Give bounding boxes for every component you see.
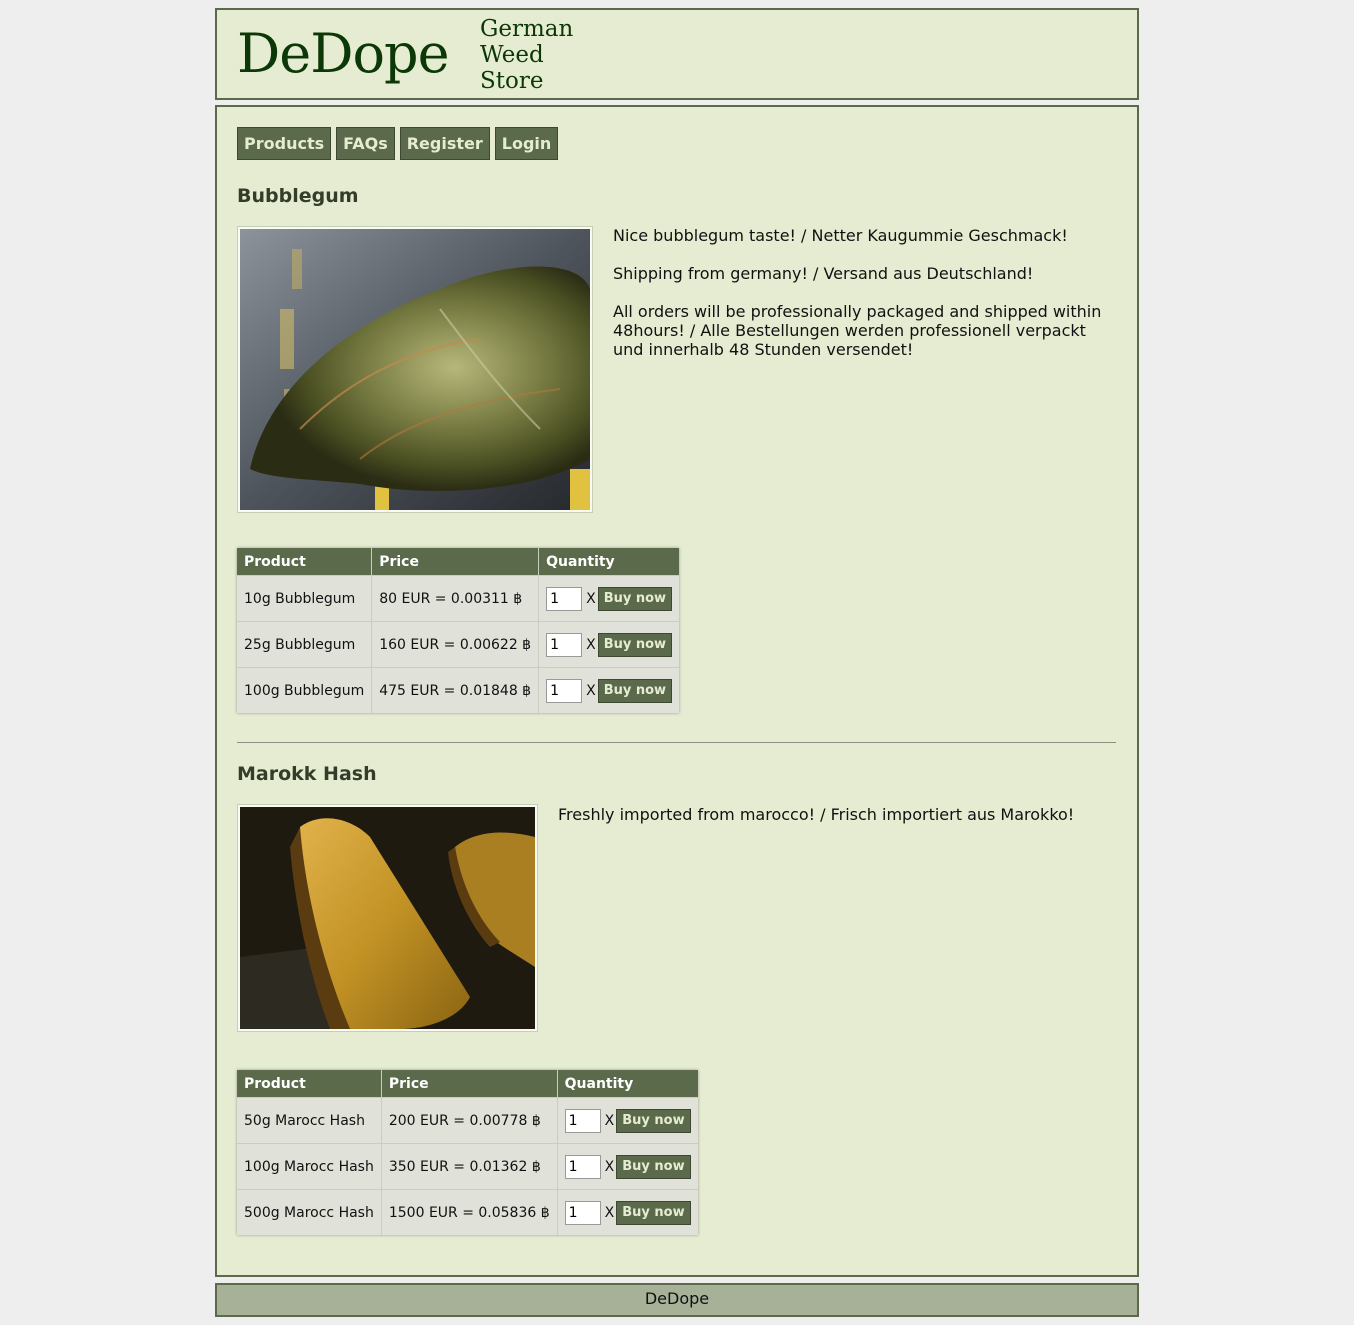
product-name: 50g Marocc Hash — [237, 1097, 382, 1144]
column-header: Quantity — [538, 548, 680, 576]
quantity-cell: XBuy now — [557, 1189, 698, 1235]
quantity-input[interactable] — [564, 1108, 601, 1133]
product-name: 100g Bubblegum — [237, 667, 373, 713]
product-description: Freshly imported from marocco! / Frisch … — [558, 805, 1118, 843]
site-tagline: German Weed Store — [480, 16, 573, 94]
multiply-sign: X — [586, 590, 596, 607]
product-price: 1500 EUR = 0.05836 ฿ — [381, 1189, 558, 1235]
nav-products[interactable]: Products — [237, 127, 332, 160]
multiply-sign: X — [604, 1112, 615, 1129]
nav-login[interactable]: Login — [494, 127, 559, 160]
product-name: 25g Bubblegum — [237, 621, 373, 668]
description-paragraph: Nice bubblegum taste! / Netter Kaugummie… — [613, 226, 1068, 245]
product-title: Bubblegum — [237, 185, 359, 207]
column-header: Price — [371, 548, 540, 576]
main-nav: Products FAQs Register Login — [237, 127, 559, 160]
product-price: 80 EUR = 0.00311 ฿ — [371, 575, 540, 622]
quantity-cell: XBuy now — [557, 1097, 698, 1144]
column-header: Product — [237, 1070, 382, 1098]
quantity-input[interactable] — [546, 586, 583, 611]
site-header: DeDope German Weed Store — [215, 8, 1139, 100]
multiply-sign: X — [604, 1158, 615, 1175]
multiply-sign: X — [586, 682, 596, 699]
buy-now-button[interactable]: Buy now — [616, 1154, 691, 1179]
site-footer: DeDope — [215, 1283, 1139, 1317]
tagline-line: German — [480, 16, 574, 42]
table-row: 50g Marocc Hash 200 EUR = 0.00778 ฿ XBuy… — [237, 1097, 698, 1144]
quantity-cell: XBuy now — [538, 575, 680, 622]
buy-now-button[interactable]: Buy now — [616, 1108, 691, 1133]
quantity-cell: XBuy now — [538, 621, 680, 668]
table-row: 100g Marocc Hash 350 EUR = 0.01362 ฿ XBu… — [237, 1143, 698, 1190]
column-header: Quantity — [557, 1070, 698, 1098]
price-table: Product Price Quantity 10g Bubblegum 80 … — [237, 548, 680, 713]
hash-block-photo — [240, 807, 535, 1029]
main-content: Products FAQs Register Login Bubblegum N… — [215, 105, 1139, 1277]
nav-faqs[interactable]: FAQs — [336, 127, 395, 160]
product-name: 500g Marocc Hash — [237, 1189, 382, 1235]
column-header: Price — [381, 1070, 558, 1098]
quantity-cell: XBuy now — [538, 667, 680, 713]
product-price: 200 EUR = 0.00778 ฿ — [381, 1097, 558, 1144]
product-price: 160 EUR = 0.00622 ฿ — [371, 621, 540, 668]
table-row: 100g Bubblegum 475 EUR = 0.01848 ฿ XBuy … — [237, 667, 680, 713]
multiply-sign: X — [604, 1204, 615, 1221]
buy-now-button[interactable]: Buy now — [616, 1200, 691, 1225]
product-name: 10g Bubblegum — [237, 575, 373, 622]
quantity-input[interactable] — [546, 632, 583, 657]
product-image — [237, 804, 538, 1032]
description-paragraph: Shipping from germany! / Versand aus Deu… — [613, 264, 1034, 283]
table-row: 25g Bubblegum 160 EUR = 0.00622 ฿ XBuy n… — [237, 621, 680, 668]
description-paragraph: Freshly imported from marocco! / Frisch … — [558, 805, 1075, 824]
product-price: 350 EUR = 0.01362 ฿ — [381, 1143, 558, 1190]
buy-now-button[interactable]: Buy now — [597, 632, 673, 657]
column-header: Product — [237, 548, 373, 576]
buy-now-button[interactable]: Buy now — [597, 586, 673, 611]
price-table: Product Price Quantity 50g Marocc Hash 2… — [237, 1070, 698, 1235]
table-row: 500g Marocc Hash 1500 EUR = 0.05836 ฿ XB… — [237, 1189, 698, 1235]
tagline-line: Weed — [480, 42, 544, 68]
tagline-line: Store — [480, 68, 544, 94]
buy-now-button[interactable]: Buy now — [597, 678, 673, 703]
product-name: 100g Marocc Hash — [237, 1143, 382, 1190]
quantity-input[interactable] — [564, 1154, 601, 1179]
product-image — [237, 226, 593, 513]
description-paragraph: All orders will be professionally packag… — [613, 302, 1102, 359]
nav-register[interactable]: Register — [399, 127, 490, 160]
product-title: Marokk Hash — [237, 763, 377, 785]
table-row: 10g Bubblegum 80 EUR = 0.00311 ฿ XBuy no… — [237, 575, 680, 622]
product-description: Nice bubblegum taste! / Netter Kaugummie… — [613, 226, 1113, 378]
site-logo[interactable]: DeDope — [237, 22, 450, 86]
section-divider — [237, 742, 1116, 743]
multiply-sign: X — [586, 636, 596, 653]
bubblegum-bud-photo — [240, 229, 590, 510]
product-price: 475 EUR = 0.01848 ฿ — [371, 667, 540, 713]
quantity-input[interactable] — [546, 678, 583, 703]
quantity-cell: XBuy now — [557, 1143, 698, 1190]
quantity-input[interactable] — [564, 1200, 601, 1225]
